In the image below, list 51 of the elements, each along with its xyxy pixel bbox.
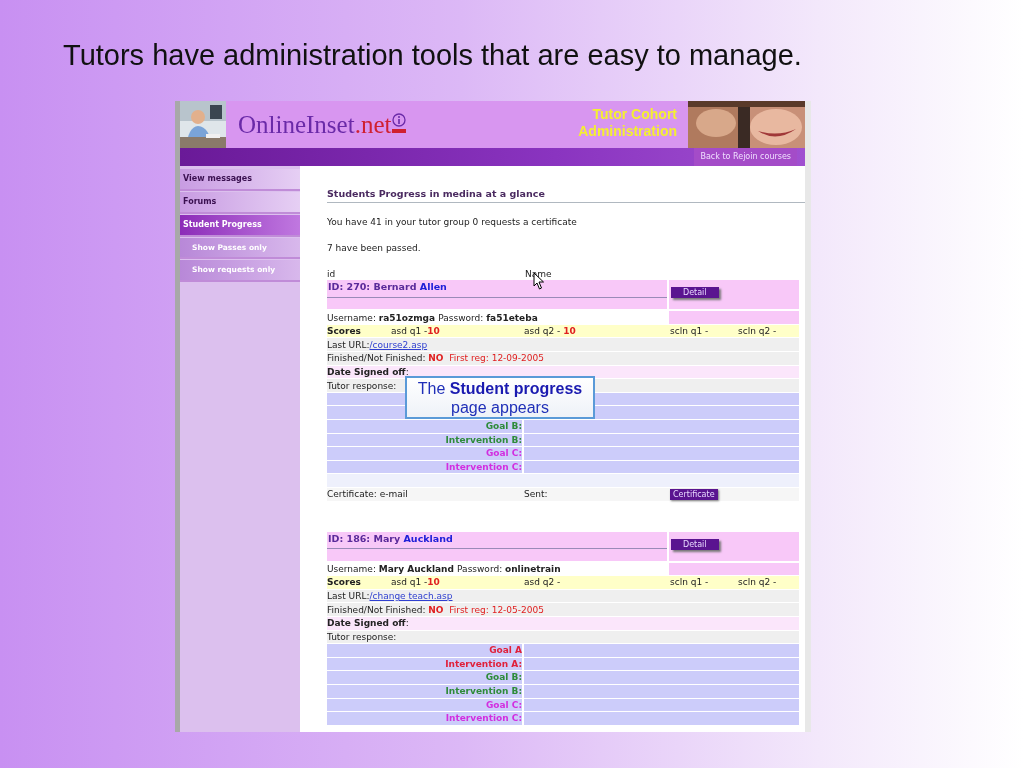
- goal-label: Goal C:: [485, 448, 522, 459]
- score-text: scln q2 -: [738, 576, 778, 589]
- tutor-response-label: Tutor response:: [327, 630, 397, 643]
- sidebar-item[interactable]: View messages: [180, 169, 300, 191]
- goal-label: Intervention C:: [445, 461, 522, 472]
- passed-text: 7 have been passed.: [327, 242, 422, 255]
- last-url-link[interactable]: /change teach.asp: [369, 590, 453, 603]
- score-text: asd q2 -: [524, 576, 562, 589]
- sent-label: Sent:: [524, 488, 549, 501]
- certificate-label: Certificate: e-mail: [327, 488, 409, 501]
- callout: The Student progress page appears: [405, 376, 595, 419]
- scores-label: Scores: [327, 325, 362, 338]
- banner-title: Tutor Cohort: [591, 106, 677, 123]
- score-text: asd q1 -10: [391, 325, 441, 338]
- sidebar-item[interactable]: Student Progress: [180, 215, 300, 237]
- student-title: ID: 186: Mary Auckland: [327, 531, 667, 549]
- detail-button[interactable]: Detail: [671, 287, 719, 299]
- goal-label: Goal C:: [485, 699, 522, 710]
- site-logo: OnlineInset.net: [238, 112, 392, 137]
- slide-title: Tutors have administration tools that are easy to manage.: [62, 38, 803, 73]
- banner-title: Administration: [577, 123, 677, 140]
- certificate-button[interactable]: Certificate: [670, 489, 718, 501]
- last-url-label: Last URL:: [327, 338, 370, 351]
- signed-off-label: Date Signed off:: [327, 365, 409, 378]
- score-text: scln q1 -: [670, 576, 710, 589]
- tutor-response-label: Tutor response:: [327, 379, 397, 392]
- credentials-text: Username: Mary Auckland Password: onlinetrain: [327, 563, 561, 574]
- status-text: Finished/Not Finished: NO First reg: 12-05-2005: [327, 603, 544, 616]
- credentials-text: Username: ra51ozmga Password: fa51eteba: [327, 312, 538, 323]
- goal-label: Intervention A:: [445, 658, 522, 669]
- column-header: id: [327, 268, 337, 281]
- score-text: scln q2 -: [738, 325, 778, 338]
- sidebar-item[interactable]: Forums: [180, 192, 300, 214]
- score-text: scln q1 -: [670, 325, 710, 338]
- goal-label: Goal B:: [485, 421, 522, 431]
- summary-text: You have 41 in your tutor group 0 requests a certificate: [327, 216, 578, 229]
- status-text: Finished/Not Finished: NO First reg: 12-09-2005: [327, 352, 544, 365]
- scores-label: Scores: [327, 576, 362, 589]
- score-text: asd q1 -10: [391, 576, 441, 589]
- last-url-link[interactable]: /course2.asp: [369, 338, 428, 351]
- goal-label: Intervention B:: [445, 685, 522, 696]
- back-button[interactable]: Back to Rejoin courses: [694, 148, 797, 166]
- detail-button[interactable]: Detail: [671, 538, 719, 550]
- goal-label: Goal B:: [485, 672, 522, 683]
- goal-label: Intervention C:: [445, 713, 522, 724]
- goal-label: Goal A: [489, 645, 522, 656]
- last-url-label: Last URL:: [327, 590, 370, 603]
- page-heading: Students Progress in medina at a glance: [327, 187, 805, 204]
- signed-off-label: Date Signed off:: [327, 617, 409, 630]
- score-text: asd q2 - 10: [524, 325, 577, 338]
- goal-label: Intervention B:: [445, 434, 522, 445]
